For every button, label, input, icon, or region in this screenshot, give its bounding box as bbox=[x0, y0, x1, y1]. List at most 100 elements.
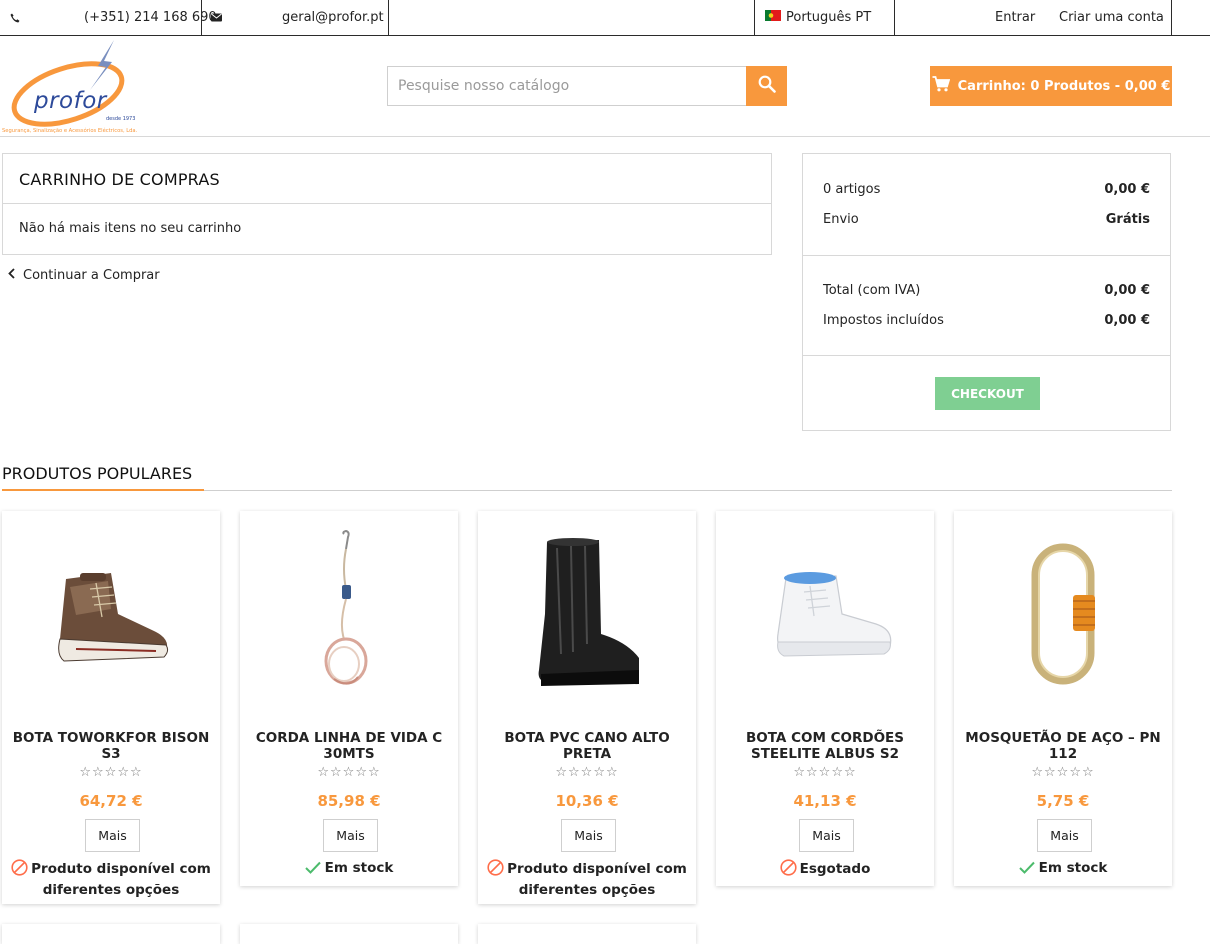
availability-label: Em stock bbox=[324, 860, 394, 876]
divider bbox=[3, 203, 771, 204]
search-input[interactable] bbox=[388, 67, 746, 105]
availability-label: Produto disponível com diferentes opções bbox=[31, 861, 211, 898]
availability: Produto disponível com diferentes opções bbox=[2, 859, 220, 899]
availability: Produto disponível com diferentes opções bbox=[478, 859, 696, 899]
divider bbox=[388, 0, 389, 35]
product-card[interactable] bbox=[240, 924, 458, 944]
total-label: Total (com IVA) bbox=[823, 283, 921, 298]
cart-title: CARRINHO DE COMPRAS bbox=[19, 170, 220, 189]
more-button[interactable]: Mais bbox=[85, 819, 140, 852]
phone-icon bbox=[10, 0, 20, 35]
rating-stars-icon: ☆☆☆☆☆ bbox=[555, 765, 619, 780]
rating-stars-icon: ☆☆☆☆☆ bbox=[793, 765, 857, 780]
product-card[interactable]: BOTA PVC CANO ALTO PRETA ☆☆☆☆☆ 10,36 € M… bbox=[478, 511, 696, 904]
email-link[interactable]: geral@profor.pt bbox=[282, 0, 384, 35]
login-link[interactable]: Entrar bbox=[995, 0, 1035, 35]
header: profor desde 1973 Segurança, Sinalização… bbox=[0, 36, 1210, 137]
checkout-button[interactable]: CHECKOUT bbox=[935, 377, 1040, 410]
empty-cart-message: Não há mais itens no seu carrinho bbox=[19, 221, 242, 236]
items-label: 0 artigos bbox=[823, 182, 881, 197]
product-price: 41,13 € bbox=[793, 792, 857, 810]
popular-products-title: PRODUTOS POPULARES bbox=[2, 464, 193, 483]
total-value: 0,00 € bbox=[1104, 283, 1150, 298]
availability-label: Esgotado bbox=[799, 861, 871, 877]
shipping-value: Grátis bbox=[1105, 212, 1150, 227]
product-image-brown-work-boot[interactable] bbox=[2, 511, 220, 716]
product-image-steel-carabiner[interactable] bbox=[954, 511, 1172, 716]
shopping-cart-icon bbox=[932, 76, 950, 96]
mail-icon bbox=[211, 0, 222, 35]
product-price: 10,36 € bbox=[555, 792, 619, 810]
divider bbox=[894, 0, 895, 35]
unavailable-circle-icon bbox=[487, 859, 504, 881]
unavailable-circle-icon bbox=[780, 859, 797, 881]
logo-tagline: Segurança, Sinalização e Acessórios Eléc… bbox=[2, 128, 138, 134]
product-card[interactable]: MOSQUETÃO DE AÇO – PN 112 ☆☆☆☆☆ 5,75 € M… bbox=[954, 511, 1172, 886]
shipping-row: Envio Grátis bbox=[823, 212, 1150, 227]
availability-label: Produto disponível com diferentes opções bbox=[507, 861, 687, 898]
divider bbox=[754, 0, 755, 35]
search-button[interactable] bbox=[746, 66, 787, 106]
product-card[interactable]: BOTA TOWORKFOR BISON S3 ☆☆☆☆☆ 64,72 € Ma… bbox=[2, 511, 220, 904]
product-card[interactable]: CORDA LINHA DE VIDA C 30MTS ☆☆☆☆☆ 85,98 … bbox=[240, 511, 458, 886]
cart-panel: CARRINHO DE COMPRAS Não há mais itens no… bbox=[2, 153, 772, 255]
more-button[interactable]: Mais bbox=[1037, 819, 1092, 852]
continue-shopping-label: Continuar a Comprar bbox=[23, 268, 160, 283]
cart-summary: 0 artigos 0,00 € Envio Grátis Total (com… bbox=[802, 153, 1171, 431]
product-image-lifeline-rope[interactable] bbox=[240, 511, 458, 716]
shipping-label: Envio bbox=[823, 212, 859, 227]
taxes-label: Impostos incluídos bbox=[823, 313, 944, 328]
product-card[interactable] bbox=[2, 924, 220, 944]
rating-stars-icon: ☆☆☆☆☆ bbox=[317, 765, 381, 780]
logo-since: desde 1973 bbox=[106, 116, 136, 122]
search-icon bbox=[758, 75, 776, 97]
rating-stars-icon: ☆☆☆☆☆ bbox=[1031, 765, 1095, 780]
logo-text: profor bbox=[34, 88, 107, 114]
checkmark-icon bbox=[304, 861, 321, 879]
product-name[interactable]: CORDA LINHA DE VIDA C 30MTS bbox=[246, 730, 452, 762]
continue-shopping-link[interactable]: Continuar a Comprar bbox=[8, 268, 160, 283]
chevron-left-icon bbox=[8, 268, 15, 283]
more-button[interactable]: Mais bbox=[799, 819, 854, 852]
checkmark-icon bbox=[1018, 861, 1035, 879]
product-image-black-rubber-boot[interactable] bbox=[478, 511, 696, 716]
product-name[interactable]: MOSQUETÃO DE AÇO – PN 112 bbox=[960, 730, 1166, 762]
product-name[interactable]: BOTA COM CORDÕES STEELITE ALBUS S2 bbox=[722, 730, 928, 762]
product-price: 64,72 € bbox=[79, 792, 143, 810]
product-card[interactable] bbox=[478, 924, 696, 944]
items-row: 0 artigos 0,00 € bbox=[823, 182, 1150, 197]
search-bar bbox=[387, 66, 787, 106]
taxes-value: 0,00 € bbox=[1104, 313, 1150, 328]
language-selector[interactable]: Português PT bbox=[765, 0, 871, 35]
items-value: 0,00 € bbox=[1104, 182, 1150, 197]
cart-button[interactable]: Carrinho: 0 Produtos - 0,00 € bbox=[930, 66, 1172, 106]
phone-number[interactable]: (+351) 214 168 690 bbox=[84, 0, 217, 35]
availability: Em stock bbox=[240, 859, 458, 879]
availability-label: Em stock bbox=[1038, 860, 1108, 876]
product-price: 85,98 € bbox=[317, 792, 381, 810]
product-name[interactable]: BOTA PVC CANO ALTO PRETA bbox=[484, 730, 690, 762]
availability: Esgotado bbox=[716, 859, 934, 881]
rating-stars-icon: ☆☆☆☆☆ bbox=[79, 765, 143, 780]
top-bar: (+351) 214 168 690 geral@profor.pt Portu… bbox=[0, 0, 1210, 36]
more-button[interactable]: Mais bbox=[323, 819, 378, 852]
divider bbox=[1171, 0, 1172, 35]
divider bbox=[803, 255, 1170, 256]
availability: Em stock bbox=[954, 859, 1172, 879]
product-name[interactable]: BOTA TOWORKFOR BISON S3 bbox=[8, 730, 214, 762]
product-image-white-safety-boot[interactable] bbox=[716, 511, 934, 716]
product-card[interactable]: BOTA COM CORDÕES STEELITE ALBUS S2 ☆☆☆☆☆… bbox=[716, 511, 934, 886]
divider bbox=[803, 355, 1170, 356]
cart-label: Carrinho: 0 Produtos - 0,00 € bbox=[957, 78, 1171, 94]
taxes-row: Impostos incluídos 0,00 € bbox=[823, 313, 1150, 328]
portugal-flag-icon bbox=[765, 10, 781, 25]
product-price: 5,75 € bbox=[1036, 792, 1090, 810]
more-button[interactable]: Mais bbox=[561, 819, 616, 852]
language-label: Português PT bbox=[786, 10, 872, 25]
divider bbox=[201, 0, 202, 35]
title-underline bbox=[2, 489, 204, 491]
unavailable-circle-icon bbox=[11, 859, 28, 881]
register-link[interactable]: Criar uma conta bbox=[1059, 0, 1164, 35]
total-row: Total (com IVA) 0,00 € bbox=[823, 283, 1150, 298]
profor-logo[interactable]: profor desde 1973 Segurança, Sinalização… bbox=[2, 38, 152, 136]
